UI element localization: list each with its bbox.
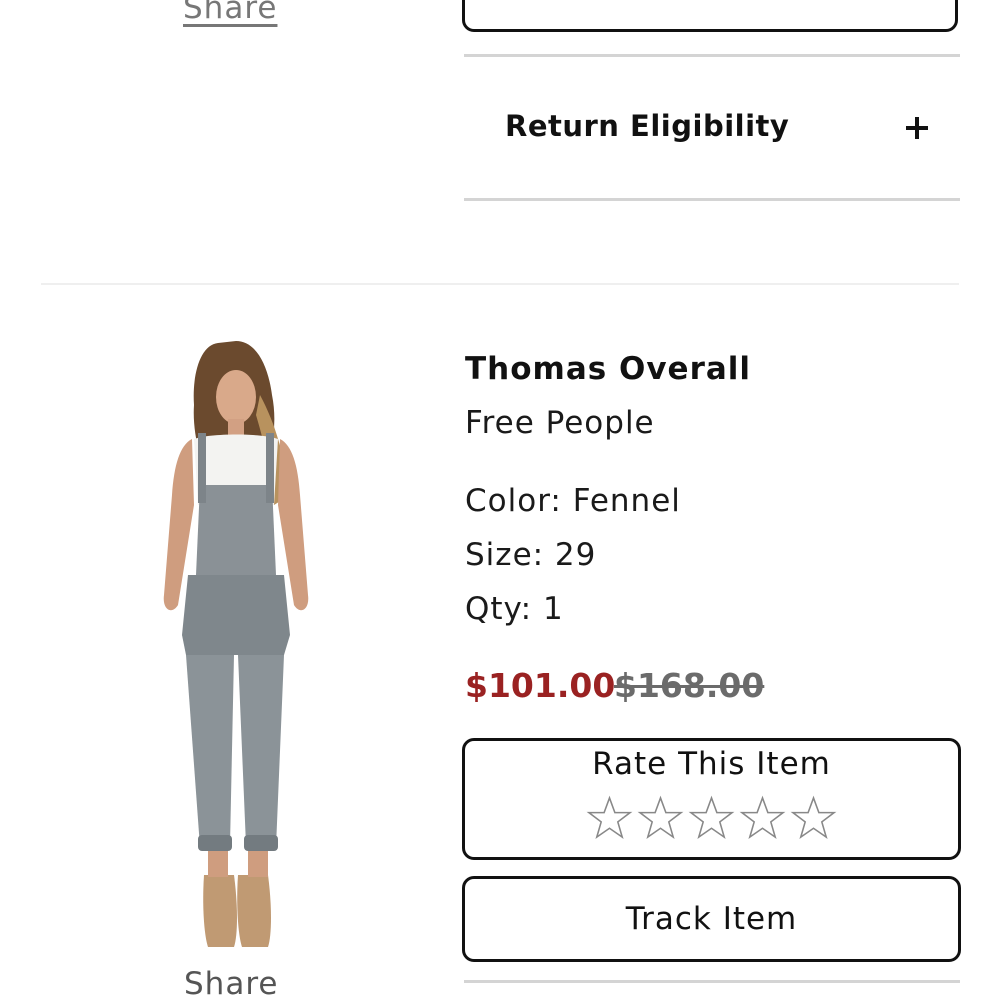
plus-icon[interactable] xyxy=(904,115,930,141)
sale-price: $101.00 xyxy=(465,666,616,705)
product-color: Color: Fennel xyxy=(465,483,681,519)
star-icon[interactable] xyxy=(739,795,786,842)
star-icon[interactable] xyxy=(637,795,684,842)
star-rating[interactable] xyxy=(465,795,958,842)
original-price: $168.00 xyxy=(614,666,765,705)
star-icon[interactable] xyxy=(790,795,837,842)
product-image[interactable] xyxy=(150,335,320,955)
track-item-button[interactable]: Track Item xyxy=(462,876,961,962)
share-link[interactable]: Share xyxy=(183,0,277,26)
return-eligibility-toggle[interactable]: Return Eligibility xyxy=(464,57,960,199)
star-icon[interactable] xyxy=(688,795,735,842)
track-item-button[interactable]: Track Item xyxy=(462,0,958,32)
product-size: Size: 29 xyxy=(465,537,597,573)
share-link[interactable]: Share xyxy=(184,966,278,1002)
rate-item-panel: Rate This Item xyxy=(462,738,961,860)
product-name[interactable]: Thomas Overall xyxy=(465,351,751,387)
divider xyxy=(464,980,960,983)
product-brand: Free People xyxy=(465,405,655,441)
star-icon[interactable] xyxy=(586,795,633,842)
divider xyxy=(464,198,960,201)
rate-item-label: Rate This Item xyxy=(592,746,831,782)
return-eligibility-label: Return Eligibility xyxy=(505,109,790,143)
section-separator xyxy=(41,283,959,285)
product-qty: Qty: 1 xyxy=(465,591,564,627)
